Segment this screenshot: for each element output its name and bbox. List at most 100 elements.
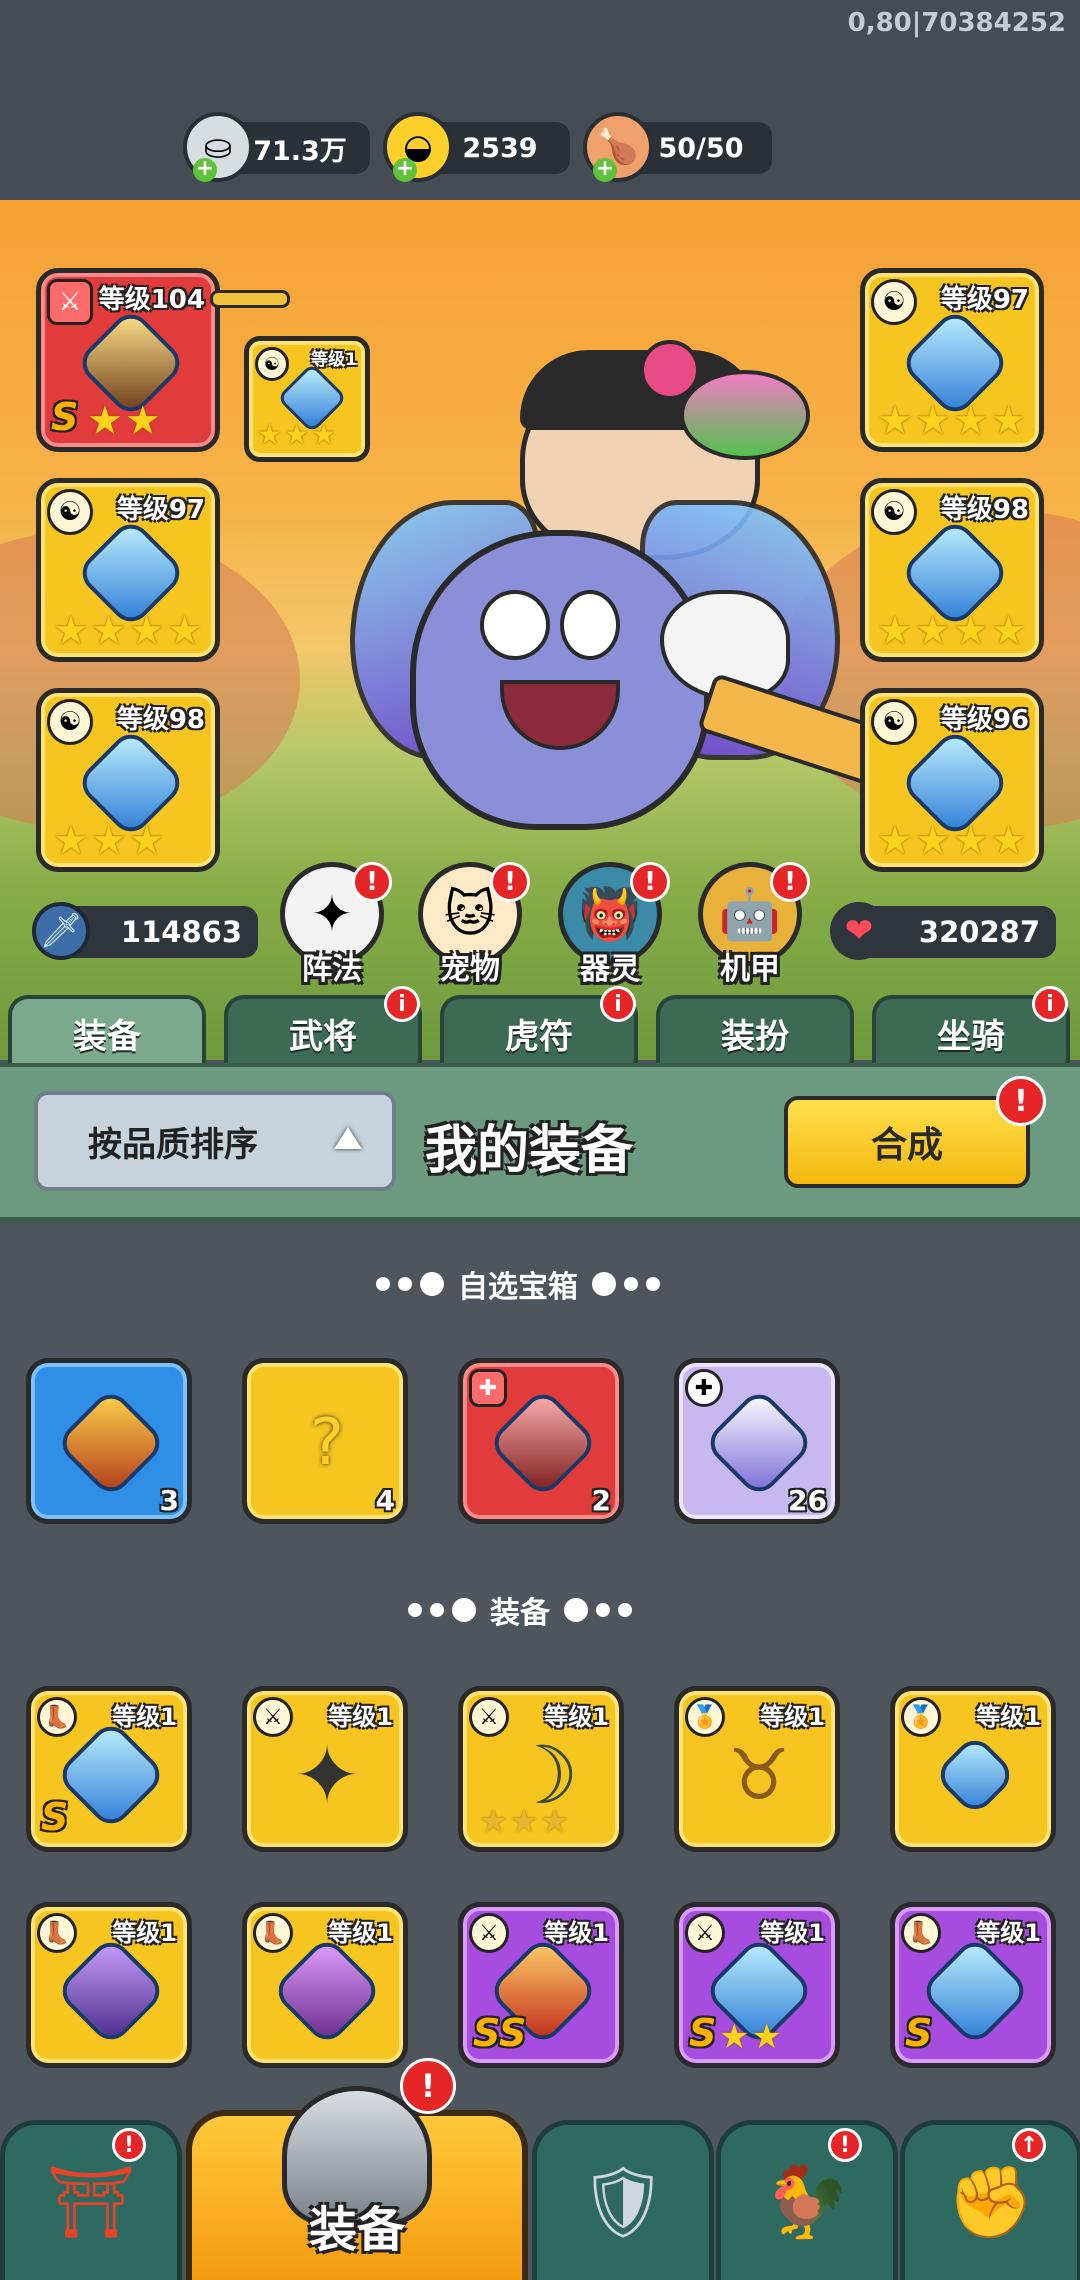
chest-item[interactable]: ✚ 26: [674, 1358, 840, 1524]
inventory-item[interactable]: 👢 等级1 S: [890, 1902, 1056, 2068]
equipment-section-header: 装备: [408, 1588, 632, 1632]
nav-battle[interactable]: 🛡: [532, 2120, 714, 2280]
nav-equipment[interactable]: 装备: [186, 2086, 528, 2280]
inventory-item[interactable]: 👢 等级1: [26, 1902, 192, 2068]
page-title: 我的装备: [425, 1121, 634, 1181]
silver-coin-icon[interactable]: ⛀ +: [183, 112, 253, 182]
equip-slot-left-2[interactable]: ☯ 等级97 ★ ★ ★ ★: [36, 478, 220, 662]
tab-equipment[interactable]: 装备: [8, 995, 206, 1067]
pendant-icon: [925, 1725, 1025, 1825]
treasure-chest-icon: [54, 1386, 168, 1500]
item-count: 4: [375, 1484, 395, 1517]
attack-value: 114863: [120, 915, 242, 949]
combine-button[interactable]: 合成: [784, 1096, 1030, 1188]
item-count: 26: [788, 1484, 827, 1517]
decor-dots: [408, 1598, 476, 1622]
chest-item[interactable]: 3: [26, 1358, 192, 1524]
nav-shop[interactable]: ⛩: [0, 2120, 182, 2280]
add-stamina-icon[interactable]: +: [593, 158, 617, 182]
meat-stamina-icon[interactable]: 🍗 +: [583, 112, 653, 182]
mecha-label: 机甲: [720, 952, 780, 987]
inventory-item[interactable]: ⚔ 等级1 S ★ ★: [674, 1902, 840, 2068]
item-grade: SS: [473, 2011, 527, 2055]
slot-level: 等级104: [98, 285, 205, 315]
alert-badge: !: [770, 862, 810, 902]
lotus-icon: [680, 370, 810, 460]
boots-icon: [918, 1934, 1032, 2048]
add-silver-icon[interactable]: +: [193, 158, 217, 182]
inventory-item[interactable]: 👢 等级1 S: [26, 1686, 192, 1852]
amulet-icon: ♉: [727, 1734, 791, 1816]
inventory-item[interactable]: ⚔ 等级1 ✦: [242, 1686, 408, 1852]
equip-slot-right-1[interactable]: ☯ 等级97 ★ ★ ★ ★: [860, 268, 1044, 452]
sword-icon: ⚔: [47, 279, 93, 325]
alert-badge: !: [996, 1076, 1046, 1126]
chest-item[interactable]: ✚ 2: [458, 1358, 624, 1524]
alert-badge: !: [400, 2058, 456, 2114]
inventory-item[interactable]: ⚔ 等级1 ☽ ★ ★ ★: [458, 1686, 624, 1852]
nav-events[interactable]: 🐓: [716, 2120, 898, 2280]
alert-badge: !: [352, 862, 392, 902]
game-screen: 0,80|70384252 71.3万 ⛀ + 2539 ◒ + 50/50 🍗 + …: [0, 0, 1080, 2280]
elephant-eye: [480, 590, 550, 660]
rooster-icon: 🐓: [763, 2161, 851, 2243]
elephant-eye: [560, 590, 620, 660]
slot-level: 等级97: [940, 285, 1029, 315]
slot-level: 等级98: [116, 705, 205, 735]
slot-level: 等级1: [311, 350, 357, 370]
slot-stars: ★ ★: [87, 398, 161, 444]
sort-label: 按品质排序: [88, 1124, 258, 1165]
inventory-item[interactable]: ⚔ 等级1 SS: [458, 1902, 624, 2068]
equip-slot-weapon[interactable]: ⚔ 等级104 S ★ ★: [36, 268, 220, 452]
artifact-spirit-label: 器灵: [580, 952, 640, 987]
item-grade: S: [905, 2011, 933, 2055]
section-title: 自选宝箱: [458, 1270, 578, 1305]
yin-yang-icon: ☯: [255, 347, 289, 381]
slot-stars: ★ ★ ★: [53, 818, 165, 864]
upgrade-arrow-icon: ↑: [1012, 2128, 1046, 2162]
formation-button[interactable]: ✦ 阵法 !: [272, 862, 392, 1002]
equip-slot-right-3[interactable]: ☯ 等级96 ★ ★ ★ ★: [860, 688, 1044, 872]
inventory-item[interactable]: 🏅 等级1: [890, 1686, 1056, 1852]
item-stars: ★ ★ ★: [479, 1802, 570, 1840]
item-grade: S: [689, 2011, 717, 2055]
formation-label: 阵法: [302, 952, 362, 987]
slot-stars: ★ ★ ★ ★: [877, 818, 1027, 864]
gold-ingot-icon[interactable]: ◒ +: [383, 112, 453, 182]
tab-label: 坐骑: [937, 1016, 1005, 1057]
slot-stars: ★ ★ ★ ★: [877, 608, 1027, 654]
equip-slot-right-2[interactable]: ☯ 等级98 ★ ★ ★ ★: [860, 478, 1044, 662]
slot-level: 等级97: [116, 495, 205, 525]
mecha-button[interactable]: 🤖 机甲 !: [690, 862, 810, 1002]
inventory-item[interactable]: 👢 等级1: [242, 1902, 408, 2068]
yin-yang-icon: ☯: [871, 489, 917, 535]
nav-upgrade[interactable]: ✊: [900, 2120, 1080, 2280]
yin-yang-icon: ☯: [47, 699, 93, 745]
sort-by-quality-button[interactable]: 按品质排序: [34, 1091, 396, 1191]
inventory-item[interactable]: 🏅 等级1 ♉: [674, 1686, 840, 1852]
yin-yang-icon: ☯: [47, 489, 93, 535]
item-stars: ★ ★: [719, 2017, 782, 2057]
tab-label: 武将: [289, 1016, 357, 1057]
pet-button[interactable]: 🐱 宠物 !: [410, 862, 530, 1002]
mystery-chest-icon: ?: [310, 1406, 344, 1480]
equip-slot-small[interactable]: ☯ 等级1 ★ ★ ★: [244, 336, 370, 462]
chest-item[interactable]: ? 4: [242, 1358, 408, 1524]
tab-costume[interactable]: 装扮: [656, 995, 854, 1067]
alert-badge: !: [112, 2128, 146, 2162]
shuriken-icon: ✦: [293, 1728, 361, 1822]
slot-stars: ★ ★ ★: [257, 418, 337, 451]
tab-label: 装备: [73, 1016, 141, 1057]
silver-value: 71.3万: [253, 135, 347, 167]
slot-stars: ★ ★ ★ ★: [53, 608, 203, 654]
hp-value: 320287: [918, 915, 1040, 949]
hero-fragment-icon: [486, 1386, 600, 1500]
alert-badge: i: [1032, 986, 1068, 1022]
add-gold-icon[interactable]: +: [393, 158, 417, 182]
yin-yang-icon: ☯: [871, 279, 917, 325]
equip-slot-left-3[interactable]: ☯ 等级98 ★ ★ ★: [36, 688, 220, 872]
gold-value: 2539: [462, 132, 538, 164]
boots-icon: [54, 1718, 168, 1832]
artifact-spirit-button[interactable]: 👹 器灵 !: [550, 862, 670, 1002]
decor-dots: [592, 1272, 660, 1296]
